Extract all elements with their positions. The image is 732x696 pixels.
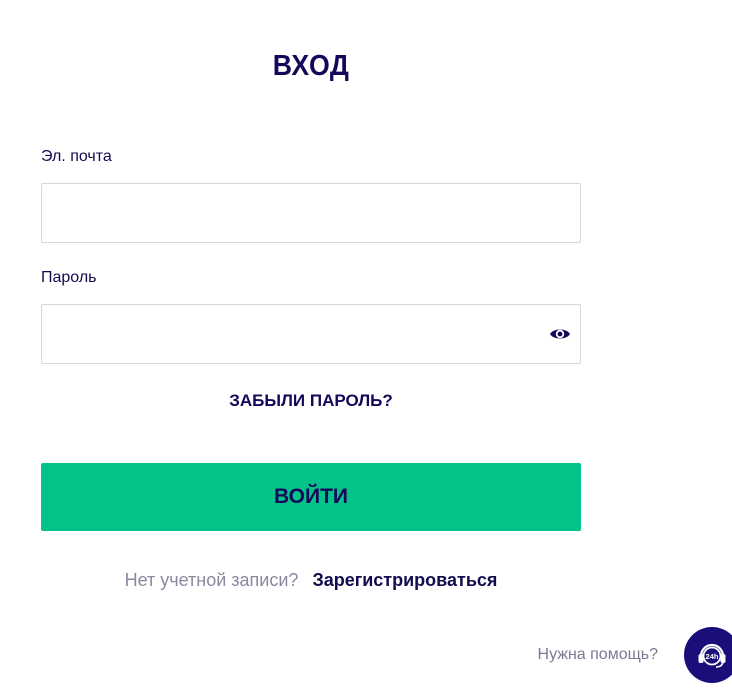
email-field-container [41,183,581,243]
password-field-container [41,304,581,364]
login-button[interactable]: ВОЙТИ [41,463,581,531]
email-field[interactable] [42,184,550,242]
register-prompt: Нет учетной записи? [124,570,299,590]
help-badge-text: 24h [706,652,719,661]
help-text: Нужна помощь? [537,646,658,663]
eye-icon[interactable] [549,323,571,345]
password-field[interactable] [42,305,550,363]
help-button[interactable]: 24h [684,627,732,683]
headset-24h-icon: 24h [698,643,726,668]
password-label: Пароль [41,269,97,286]
register-row: Нет учетной записи? Зарегистрироваться [41,570,581,591]
page-title: ВХОД [272,50,350,82]
register-link[interactable]: Зарегистрироваться [312,570,497,590]
email-label: Эл. почта [41,148,112,165]
forgot-password-link[interactable]: ЗАБЫЛИ ПАРОЛЬ? [41,391,581,411]
